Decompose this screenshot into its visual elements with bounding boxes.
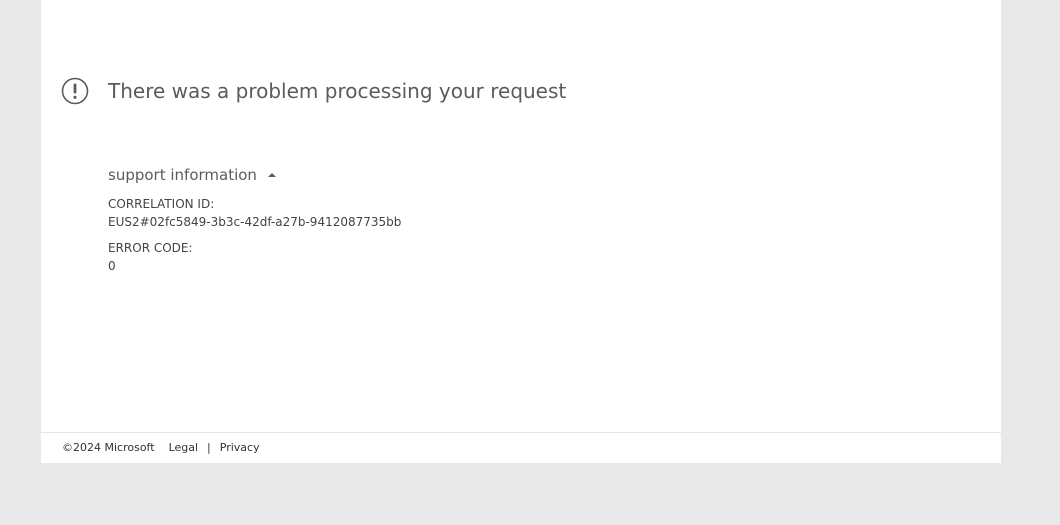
footer-link-privacy[interactable]: Privacy — [220, 441, 260, 454]
error-code-label: ERROR CODE: — [108, 241, 193, 255]
correlation-id-label: CORRELATION ID: — [108, 197, 215, 211]
support-information-toggle[interactable]: support information — [108, 166, 276, 184]
correlation-id-value: EUS2#02fc5849-3b3c-42df-a27b-9412087735b… — [108, 215, 402, 229]
error-code-field: ERROR CODE: 0 — [108, 239, 193, 275]
footer-link-legal[interactable]: Legal — [169, 441, 198, 454]
footer-divider — [41, 432, 1001, 433]
error-code-value: 0 — [108, 259, 116, 273]
support-information-label: support information — [108, 166, 257, 184]
caret-up-icon — [267, 173, 276, 177]
footer-copyright: ©2024 Microsoft — [62, 441, 155, 454]
correlation-id-field: CORRELATION ID: EUS2#02fc5849-3b3c-42df-… — [108, 195, 401, 231]
footer: ©2024 Microsoft Legal | Privacy — [62, 441, 260, 454]
error-title: There was a problem processing your requ… — [108, 79, 567, 103]
footer-separator: | — [207, 441, 211, 454]
exclamation-circle-icon — [61, 77, 89, 105]
error-card: There was a problem processing your requ… — [41, 0, 1001, 463]
